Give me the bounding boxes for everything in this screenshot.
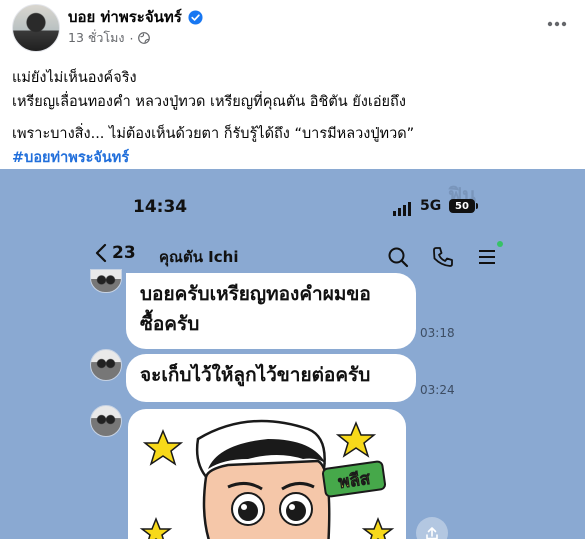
message-bubble[interactable]: จะเก็บไว้ให้ลูกไว้ขายต่อครับ: [126, 354, 416, 402]
search-icon[interactable]: [386, 245, 410, 269]
chat-contact-name: คุณตัน Ichi: [159, 248, 239, 266]
post-line: เพราะบางสิ่ง... ไม่ต้องเห็นด้วยตา ก็รับร…: [12, 126, 415, 142]
post-photo[interactable]: ฟิน 14:34 5G 50 23 คุณตัน Ichi บอยครับเห…: [0, 169, 585, 539]
globe-icon: [138, 32, 151, 44]
sticker-image: พลีส: [139, 419, 395, 539]
post-line: เหรียญเลื่อนทองคำ หลวงปู่ทวด เหรียญที่คุ…: [12, 94, 406, 110]
message-text: ซื้อครับ: [140, 313, 200, 335]
author-avatar[interactable]: [12, 4, 60, 52]
chat-avatar: [90, 269, 122, 293]
message-time: 03:24: [420, 383, 455, 397]
message-bubble[interactable]: บอยครับเหรียญทองคำผมขอ ซื้อครับ: [126, 273, 416, 349]
signal-icon: [393, 202, 411, 216]
share-button[interactable]: [416, 517, 448, 539]
hashtag-link[interactable]: #บอยท่าพระจันทร์: [12, 146, 572, 170]
battery-icon: 50: [449, 199, 475, 213]
menu-icon[interactable]: [475, 245, 499, 269]
author-name[interactable]: บอย ท่าพระจันทร์: [68, 5, 182, 29]
verified-badge-icon: [188, 9, 203, 25]
battery-cap: [476, 203, 478, 209]
post-meta: 13 ชั่วโมง ·: [68, 28, 151, 48]
post-header: บอย ท่าพระจันทร์ 13 ชั่วโมง ·: [0, 0, 585, 52]
sticker-message[interactable]: พลีส: [128, 409, 406, 539]
post-line: แม่ยังไม่เห็นองค์จริง: [12, 70, 137, 86]
post-time[interactable]: 13 ชั่วโมง: [68, 28, 124, 48]
message-text: จะเก็บไว้ให้ลูกไว้ขายต่อครับ: [140, 364, 371, 386]
status-bar-time: 14:34: [133, 197, 188, 217]
chat-avatar: [90, 349, 122, 381]
online-indicator: [497, 241, 503, 247]
author-row: บอย ท่าพระจันทร์: [68, 5, 203, 29]
post-options-button[interactable]: [543, 10, 571, 38]
unread-count: 23: [112, 243, 136, 263]
message-time: 03:18: [420, 326, 455, 340]
meta-separator: ·: [129, 30, 134, 46]
more-dots-icon: [547, 21, 567, 27]
post-body: แม่ยังไม่เห็นองค์จริง เหรียญเลื่อนทองคำ …: [12, 66, 572, 170]
chat-back-button[interactable]: 23: [94, 243, 136, 263]
message-text: บอยครับเหรียญทองคำผมขอ: [140, 283, 371, 305]
network-type: 5G: [420, 198, 442, 214]
phone-icon[interactable]: [431, 245, 455, 269]
share-icon: [426, 527, 438, 539]
chat-avatar: [90, 405, 122, 437]
chevron-left-icon: [95, 243, 107, 263]
